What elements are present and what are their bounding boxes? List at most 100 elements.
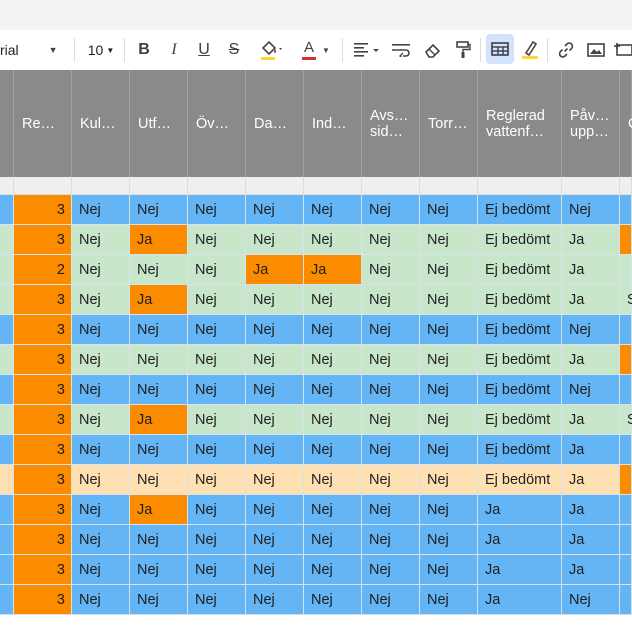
table-cell[interactable]: S [620, 285, 632, 315]
header-cell[interactable]: Öv… [188, 70, 246, 177]
table-cell[interactable]: Ej bedömt [478, 285, 562, 315]
table-cell[interactable]: 3 [14, 585, 72, 615]
table-cell[interactable] [620, 375, 632, 405]
table-cell[interactable]: Nej [362, 405, 420, 435]
table-cell[interactable]: 2 [14, 255, 72, 285]
table-cell[interactable]: Ja [246, 255, 304, 285]
table-cell[interactable] [0, 375, 14, 405]
table-cell[interactable]: Nej [362, 495, 420, 525]
paint-format-button[interactable] [452, 30, 474, 70]
table-cell[interactable]: Ja [130, 405, 188, 435]
table-cell[interactable]: Nej [188, 555, 246, 585]
font-family-select[interactable]: rial ▼ [0, 30, 70, 70]
table-cell[interactable]: Nej [130, 315, 188, 345]
insert-comment-button[interactable] [614, 30, 632, 70]
table-cell[interactable] [620, 585, 632, 615]
table-cell[interactable]: 3 [14, 195, 72, 225]
table-cell[interactable]: Ja [562, 465, 620, 495]
table-cell[interactable] [620, 225, 632, 255]
table-cell[interactable]: Nej [188, 195, 246, 225]
table-cell[interactable]: Ja [562, 225, 620, 255]
table-cell[interactable]: Nej [72, 195, 130, 225]
table-format-button[interactable] [486, 34, 514, 64]
table-cell[interactable]: Nej [72, 315, 130, 345]
header-cell[interactable]: Reglerad vattenf… [478, 70, 562, 177]
table-cell[interactable]: Nej [304, 465, 362, 495]
table-cell[interactable]: S [620, 405, 632, 435]
table-cell[interactable]: Ja [478, 495, 562, 525]
table-cell[interactable]: Ej bedömt [478, 435, 562, 465]
table-cell[interactable]: 3 [14, 405, 72, 435]
table-cell[interactable]: Nej [420, 495, 478, 525]
table-cell[interactable]: 3 [14, 345, 72, 375]
italic-button[interactable]: I [163, 30, 185, 70]
table-cell[interactable]: 3 [14, 315, 72, 345]
header-cell[interactable]: Re… [14, 70, 72, 177]
table-cell[interactable] [0, 315, 14, 345]
table-cell[interactable]: Nej [72, 345, 130, 375]
table-cell[interactable]: Nej [130, 465, 188, 495]
table-cell[interactable]: 3 [14, 225, 72, 255]
table-cell[interactable]: Nej [188, 465, 246, 495]
table-cell[interactable]: Nej [304, 525, 362, 555]
table-cell[interactable]: Nej [420, 195, 478, 225]
table-cell[interactable]: Ja [562, 345, 620, 375]
table-cell[interactable]: Nej [420, 585, 478, 615]
table-cell[interactable]: Nej [562, 375, 620, 405]
table-cell[interactable]: Ja [562, 525, 620, 555]
table-cell[interactable]: Nej [246, 435, 304, 465]
header-cell[interactable]: Kul… [72, 70, 130, 177]
table-cell[interactable] [0, 405, 14, 435]
table-cell[interactable]: Ja [304, 255, 362, 285]
clear-format-button[interactable] [422, 30, 444, 70]
table-cell[interactable]: Nej [420, 225, 478, 255]
table-cell[interactable]: Nej [188, 225, 246, 255]
table-cell[interactable]: Ja [562, 555, 620, 585]
table-cell[interactable]: Ej bedömt [478, 255, 562, 285]
table-cell[interactable]: Nej [246, 315, 304, 345]
table-cell[interactable]: Ej bedömt [478, 405, 562, 435]
table-cell[interactable] [620, 345, 632, 375]
table-cell[interactable] [0, 255, 14, 285]
insert-image-button[interactable] [584, 30, 608, 70]
table-cell[interactable]: Nej [188, 255, 246, 285]
table-cell[interactable] [620, 495, 632, 525]
table-cell[interactable]: Ej bedömt [478, 465, 562, 495]
table-cell[interactable]: 3 [14, 435, 72, 465]
table-cell[interactable]: Nej [420, 465, 478, 495]
table-cell[interactable]: Nej [188, 435, 246, 465]
header-cell[interactable]: Påv… upp… [562, 70, 620, 177]
table-cell[interactable]: Nej [362, 585, 420, 615]
table-cell[interactable]: Nej [420, 345, 478, 375]
table-cell[interactable]: Nej [562, 585, 620, 615]
table-cell[interactable] [620, 315, 632, 345]
table-cell[interactable]: Nej [246, 405, 304, 435]
table-cell[interactable]: Ej bedömt [478, 315, 562, 345]
table-cell[interactable]: Ja [562, 285, 620, 315]
table-cell[interactable]: Nej [188, 405, 246, 435]
header-cell[interactable]: Ind… [304, 70, 362, 177]
table-cell[interactable] [620, 195, 632, 225]
table-cell[interactable]: Nej [304, 435, 362, 465]
header-cell[interactable]: C [620, 70, 632, 177]
table-cell[interactable]: Nej [304, 375, 362, 405]
table-cell[interactable]: Nej [246, 195, 304, 225]
table-cell[interactable]: Nej [72, 225, 130, 255]
table-cell[interactable]: 3 [14, 495, 72, 525]
insert-link-button[interactable] [554, 30, 578, 70]
table-cell[interactable] [620, 435, 632, 465]
table-cell[interactable] [0, 525, 14, 555]
table-cell[interactable]: Nej [246, 555, 304, 585]
table-cell[interactable]: Nej [420, 315, 478, 345]
table-cell[interactable]: Nej [130, 525, 188, 555]
table-cell[interactable] [0, 225, 14, 255]
text-color-button[interactable]: A ▼ [298, 30, 334, 70]
table-cell[interactable] [0, 465, 14, 495]
table-cell[interactable]: Nej [362, 195, 420, 225]
table-cell[interactable] [620, 555, 632, 585]
table-cell[interactable]: Nej [130, 435, 188, 465]
align-button[interactable] [350, 30, 384, 70]
table-cell[interactable]: Nej [562, 315, 620, 345]
table-cell[interactable]: Nej [246, 345, 304, 375]
table-cell[interactable]: Ja [562, 405, 620, 435]
